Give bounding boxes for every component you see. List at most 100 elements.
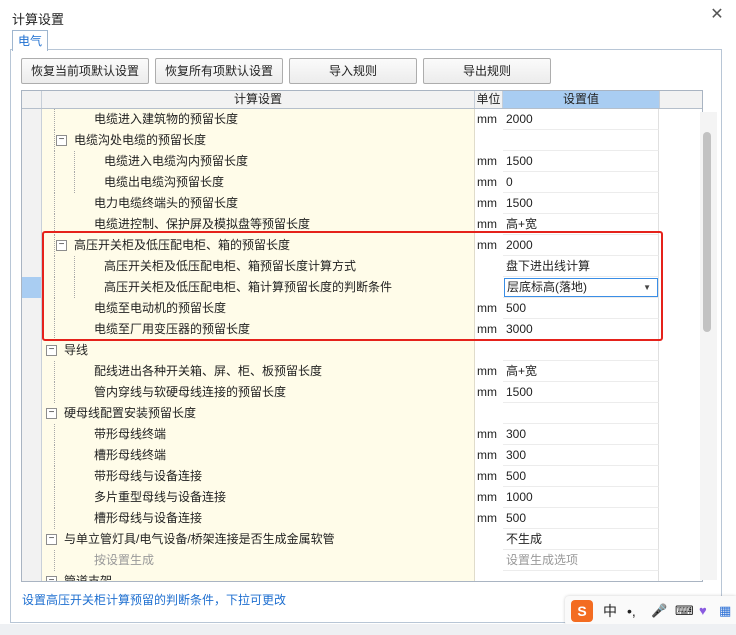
table-row[interactable]: 多片重型母线与设备连接 mm 1000 bbox=[22, 487, 702, 509]
table-row[interactable]: − 与单立管灯具/电气设备/桥架连接是否生成金属软管 不生成 bbox=[22, 529, 702, 551]
setting-name-cell[interactable]: − 导线 bbox=[42, 340, 475, 362]
row-header[interactable] bbox=[22, 361, 42, 383]
value-cell[interactable]: 300 bbox=[503, 445, 659, 466]
setting-name-cell[interactable]: 槽形母线与设备连接 bbox=[42, 508, 475, 530]
value-cell[interactable]: 高+宽 bbox=[503, 361, 659, 382]
setting-name-cell[interactable]: 配线进出各种开关箱、屏、柜、板预留长度 bbox=[42, 361, 475, 383]
collapse-toggle-icon[interactable]: − bbox=[56, 135, 67, 146]
setting-name-cell[interactable]: 槽形母线终端 bbox=[42, 445, 475, 467]
row-header[interactable] bbox=[22, 235, 42, 257]
setting-name-cell[interactable]: 电缆进入建筑物的预留长度 bbox=[42, 109, 475, 131]
table-row[interactable]: 配线进出各种开关箱、屏、柜、板预留长度 mm 高+宽 bbox=[22, 361, 702, 383]
row-header[interactable] bbox=[22, 256, 42, 278]
row-header[interactable] bbox=[22, 424, 42, 446]
table-row[interactable]: − 管道支架 bbox=[22, 571, 702, 581]
restore-current-default-button[interactable]: 恢复当前项默认设置 bbox=[21, 58, 149, 84]
row-header[interactable] bbox=[22, 193, 42, 215]
value-cell[interactable]: 500 bbox=[503, 508, 659, 529]
ime-punct[interactable]: •, bbox=[627, 596, 636, 626]
table-row[interactable]: − 电缆沟处电缆的预留长度 bbox=[22, 130, 702, 152]
setting-name-cell[interactable]: 电缆出电缆沟预留长度 bbox=[42, 172, 475, 194]
row-header[interactable] bbox=[22, 214, 42, 236]
collapse-toggle-icon[interactable]: − bbox=[46, 408, 57, 419]
row-filler bbox=[660, 214, 702, 235]
setting-name-cell[interactable]: 按设置生成 bbox=[42, 550, 475, 572]
row-header[interactable] bbox=[22, 130, 42, 152]
table-row[interactable]: − 导线 bbox=[22, 340, 702, 362]
table-row[interactable]: 电缆进入电缆沟内预留长度 mm 1500 bbox=[22, 151, 702, 173]
restore-all-default-button[interactable]: 恢复所有项默认设置 bbox=[155, 58, 283, 84]
row-header[interactable] bbox=[22, 340, 42, 362]
value-cell[interactable] bbox=[503, 403, 659, 424]
collapse-toggle-icon[interactable]: − bbox=[46, 534, 57, 545]
row-header[interactable] bbox=[22, 508, 42, 530]
header-value[interactable]: 设置值 bbox=[503, 91, 660, 108]
scrollbar-thumb[interactable] bbox=[703, 132, 711, 332]
row-header[interactable] bbox=[22, 466, 42, 488]
value-cell[interactable]: 300 bbox=[503, 424, 659, 445]
setting-name-cell[interactable]: 多片重型母线与设备连接 bbox=[42, 487, 475, 509]
table-row[interactable]: 按设置生成 设置生成选项 bbox=[22, 550, 702, 572]
table-row[interactable]: 电缆进入建筑物的预留长度 mm 2000 bbox=[22, 109, 702, 131]
row-header[interactable] bbox=[22, 571, 42, 581]
row-header[interactable] bbox=[22, 319, 42, 341]
setting-name-cell[interactable]: 管内穿线与软硬母线连接的预留长度 bbox=[42, 382, 475, 404]
setting-name-cell[interactable]: − 管道支架 bbox=[42, 571, 475, 581]
value-cell[interactable] bbox=[503, 340, 659, 361]
value-cell[interactable] bbox=[503, 130, 659, 151]
setting-name-cell[interactable]: 电缆进入电缆沟内预留长度 bbox=[42, 151, 475, 173]
value-cell[interactable]: 设置生成选项 bbox=[503, 550, 659, 571]
sogou-logo-icon[interactable]: S bbox=[571, 600, 593, 622]
row-header[interactable] bbox=[22, 550, 42, 572]
tree-guide-line bbox=[54, 424, 55, 445]
row-header[interactable] bbox=[22, 382, 42, 404]
ime-lang[interactable]: 中 bbox=[603, 596, 617, 626]
table-row[interactable]: 电力电缆终端头的预留长度 mm 1500 bbox=[22, 193, 702, 215]
row-header[interactable] bbox=[22, 403, 42, 425]
row-header[interactable] bbox=[22, 109, 42, 131]
row-filler bbox=[660, 151, 702, 172]
keyboard-icon[interactable]: ⌨ bbox=[675, 596, 694, 626]
value-cell[interactable]: 500 bbox=[503, 466, 659, 487]
import-rules-button[interactable]: 导入规则 bbox=[289, 58, 417, 84]
setting-name-cell[interactable]: 带形母线终端 bbox=[42, 424, 475, 446]
table-row[interactable]: 槽形母线与设备连接 mm 500 bbox=[22, 508, 702, 530]
table-row[interactable]: 管内穿线与软硬母线连接的预留长度 mm 1500 bbox=[22, 382, 702, 404]
value-cell[interactable]: 1500 bbox=[503, 382, 659, 403]
export-rules-button[interactable]: 导出规则 bbox=[423, 58, 551, 84]
mic-icon[interactable]: 🎤 bbox=[651, 596, 667, 626]
row-header[interactable] bbox=[22, 529, 42, 551]
table-row[interactable]: 电缆出电缆沟预留长度 mm 0 bbox=[22, 172, 702, 194]
setting-name-cell[interactable]: 带形母线与设备连接 bbox=[42, 466, 475, 488]
row-header[interactable] bbox=[22, 487, 42, 509]
value-cell[interactable] bbox=[503, 571, 659, 581]
toolbox-icon[interactable]: ▦ bbox=[719, 596, 731, 626]
setting-name-cell[interactable]: − 与单立管灯具/电气设备/桥架连接是否生成金属软管 bbox=[42, 529, 487, 551]
collapse-toggle-icon[interactable]: − bbox=[46, 345, 57, 356]
setting-name-cell[interactable]: − 硬母线配置安装预留长度 bbox=[42, 403, 475, 425]
row-header[interactable] bbox=[22, 172, 42, 194]
value-cell[interactable]: 1500 bbox=[503, 193, 659, 214]
value-cell[interactable]: 0 bbox=[503, 172, 659, 193]
row-header[interactable] bbox=[22, 277, 42, 299]
header-name[interactable]: 计算设置 bbox=[42, 91, 475, 108]
close-icon[interactable]: ✕ bbox=[706, 4, 728, 26]
table-row[interactable]: 槽形母线终端 mm 300 bbox=[22, 445, 702, 467]
table-row[interactable]: 带形母线终端 mm 300 bbox=[22, 424, 702, 446]
table-row[interactable]: − 硬母线配置安装预留长度 bbox=[22, 403, 702, 425]
tab-electrical[interactable]: 电气 bbox=[12, 30, 48, 51]
setting-name-cell[interactable]: − 电缆沟处电缆的预留长度 bbox=[42, 130, 487, 152]
row-header[interactable] bbox=[22, 151, 42, 173]
value-cell[interactable]: 2000 bbox=[503, 109, 659, 130]
header-unit[interactable]: 单位 bbox=[475, 91, 503, 108]
value-cell[interactable]: 不生成 bbox=[503, 529, 659, 550]
skin-icon[interactable]: ♥ bbox=[699, 596, 707, 626]
value-cell[interactable]: 1000 bbox=[503, 487, 659, 508]
collapse-toggle-icon[interactable]: − bbox=[46, 576, 57, 581]
setting-name-cell[interactable]: 电力电缆终端头的预留长度 bbox=[42, 193, 475, 215]
value-cell[interactable]: 1500 bbox=[503, 151, 659, 172]
row-header[interactable] bbox=[22, 445, 42, 467]
row-header[interactable] bbox=[22, 298, 42, 320]
tree-guide-line bbox=[74, 151, 75, 172]
table-row[interactable]: 带形母线与设备连接 mm 500 bbox=[22, 466, 702, 488]
